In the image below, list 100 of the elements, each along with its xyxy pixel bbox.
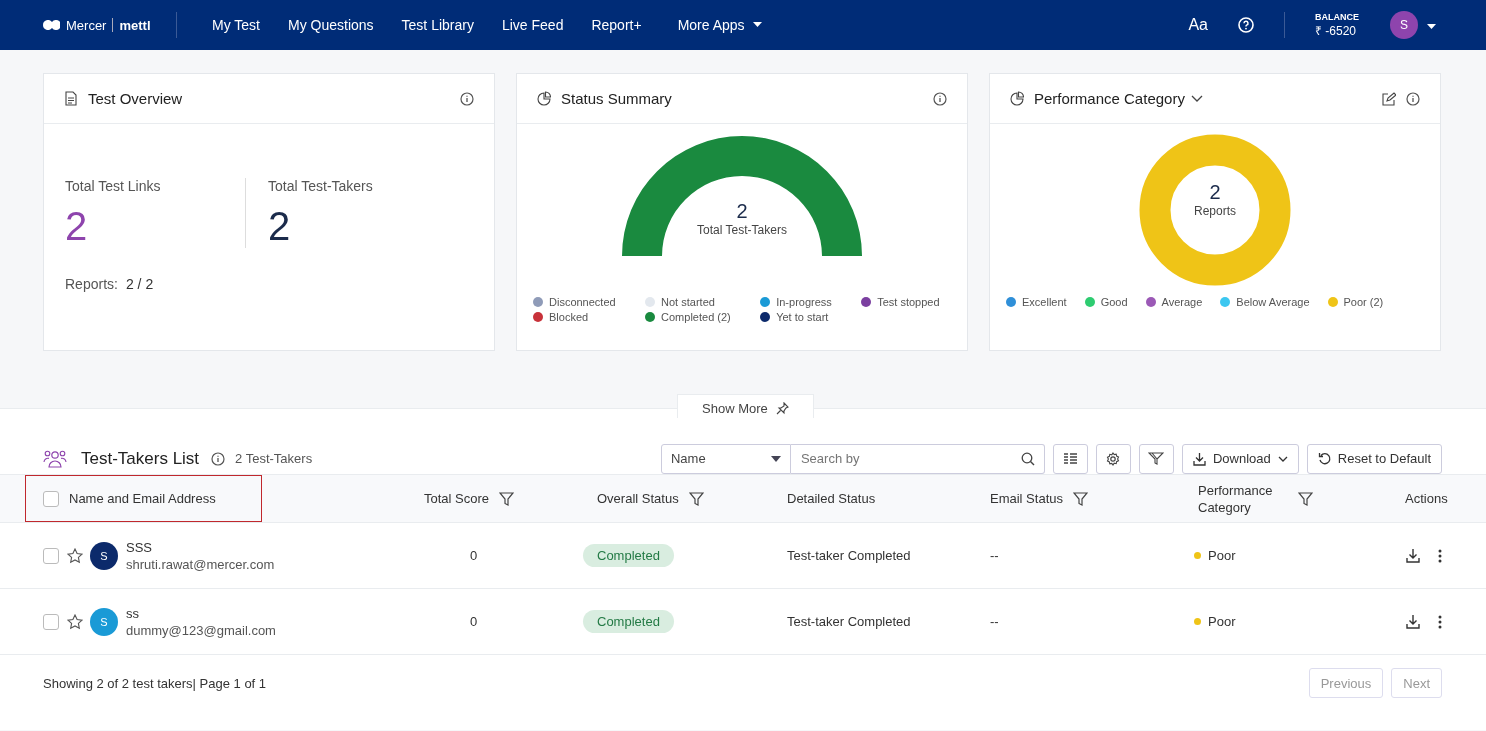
clear-filter-button[interactable] bbox=[1138, 443, 1174, 474]
column-header: Total Score bbox=[424, 490, 490, 507]
column-header: Actions bbox=[1405, 490, 1448, 507]
table-cell: -- bbox=[990, 548, 999, 563]
search-icon[interactable] bbox=[1020, 451, 1035, 466]
column-header: Name and Email Address bbox=[69, 490, 216, 507]
user-avatar[interactable]: S bbox=[1390, 11, 1418, 39]
donut-value: 2 bbox=[1209, 181, 1221, 204]
filter-icon[interactable] bbox=[499, 491, 515, 506]
table-cell: 0 bbox=[470, 614, 478, 629]
card-title: Status Summary bbox=[561, 90, 672, 107]
gauge-label: Total Test-Takers bbox=[697, 223, 787, 237]
nav-link[interactable]: My Questions bbox=[274, 17, 388, 33]
donut-label: Reports bbox=[1194, 204, 1236, 218]
info-icon[interactable] bbox=[211, 451, 226, 466]
download-icon[interactable] bbox=[1406, 614, 1420, 629]
search-field[interactable]: Search by bbox=[790, 443, 1045, 474]
select-all-checkbox[interactable] bbox=[43, 490, 59, 507]
filter-icon[interactable] bbox=[688, 491, 704, 506]
filter-icon[interactable] bbox=[1298, 491, 1313, 506]
field-select[interactable]: Name bbox=[660, 443, 791, 474]
table-cell: Test-taker Completed bbox=[787, 614, 911, 629]
legend-item: Poor (2) bbox=[1327, 296, 1384, 308]
taker-email: shruti.rawat@mercer.com bbox=[126, 555, 275, 573]
chevron-down-icon bbox=[1277, 455, 1288, 462]
download-button[interactable]: Download bbox=[1181, 443, 1299, 474]
legend-item: In-progress bbox=[760, 296, 844, 308]
nav-link[interactable]: Live Feed bbox=[487, 17, 578, 33]
help-icon[interactable] bbox=[1238, 17, 1254, 33]
chevron-down-icon[interactable] bbox=[1190, 94, 1203, 103]
taker-email: dummy@123@gmail.com bbox=[126, 621, 276, 639]
columns-button[interactable] bbox=[1052, 443, 1088, 474]
stat-label: Total Test Links bbox=[65, 178, 162, 194]
reports-value: 2 / 2 bbox=[125, 276, 154, 292]
balance-value: ₹ -6520 bbox=[1315, 22, 1358, 39]
undo-icon bbox=[1317, 452, 1331, 465]
stat-label: Total Test-Takers bbox=[268, 178, 373, 194]
card-title: Test Overview bbox=[88, 90, 183, 107]
nav-link[interactable]: My Test bbox=[198, 17, 274, 33]
download-icon bbox=[1192, 451, 1206, 466]
status-badge: Completed bbox=[583, 610, 674, 633]
people-icon bbox=[43, 448, 67, 469]
legend-item: Not started bbox=[645, 296, 743, 308]
column-header: Detailed Status bbox=[787, 490, 876, 507]
info-icon[interactable] bbox=[460, 91, 474, 106]
column-header: Email Status bbox=[990, 490, 1063, 507]
taker-count: 2 Test-Takers bbox=[235, 451, 313, 466]
document-icon bbox=[64, 91, 78, 106]
balance-label: BALANCE bbox=[1315, 11, 1359, 22]
edit-icon[interactable] bbox=[1382, 91, 1396, 106]
legend-item: Completed (2) bbox=[645, 311, 743, 323]
pin-icon bbox=[775, 402, 789, 415]
taker-name: ss bbox=[126, 604, 140, 622]
status-badge: Completed bbox=[583, 544, 674, 567]
pie-chart-icon bbox=[537, 91, 551, 106]
star-icon[interactable] bbox=[67, 547, 83, 564]
gauge-value: 2 bbox=[736, 200, 748, 223]
reports-label: Reports: bbox=[65, 276, 118, 292]
legend-item: Average bbox=[1145, 296, 1203, 308]
stat-value: 2 bbox=[268, 204, 292, 248]
stat-value: 2 bbox=[65, 204, 89, 248]
taker-name: SSS bbox=[126, 538, 153, 556]
caret-icon bbox=[770, 455, 781, 462]
more-options-icon[interactable] bbox=[1438, 614, 1442, 629]
legend-item: Test stopped bbox=[861, 296, 951, 308]
user-avatar: S bbox=[90, 607, 118, 636]
column-header: Overall Status bbox=[597, 490, 679, 507]
user-avatar: S bbox=[90, 541, 118, 570]
row-checkbox[interactable] bbox=[43, 547, 59, 564]
section-title: Test-Takers List bbox=[81, 448, 200, 469]
download-icon[interactable] bbox=[1406, 548, 1420, 563]
nav-link[interactable]: More Apps bbox=[663, 17, 776, 33]
pagination-summary: Showing 2 of 2 test takers| Page 1 of 1 bbox=[43, 675, 267, 691]
caret-icon[interactable] bbox=[1427, 24, 1436, 30]
reset-button[interactable]: Reset to Default bbox=[1306, 443, 1442, 474]
legend-item: Yet to start bbox=[760, 311, 844, 323]
legend-item: Excellent bbox=[1006, 296, 1067, 308]
font-size-button[interactable]: Aa bbox=[1188, 16, 1208, 34]
legend-item: Below Average bbox=[1220, 296, 1310, 308]
table-cell: Test-taker Completed bbox=[787, 548, 911, 563]
more-options-icon[interactable] bbox=[1438, 548, 1442, 563]
info-icon[interactable] bbox=[1406, 91, 1420, 106]
legend-item: Good bbox=[1084, 296, 1128, 308]
nav-link[interactable]: Test Library bbox=[387, 17, 488, 33]
settings-button[interactable] bbox=[1095, 443, 1131, 474]
product-name: mettl bbox=[119, 17, 151, 33]
star-icon[interactable] bbox=[67, 613, 83, 630]
brand-name: Mercer bbox=[66, 17, 107, 33]
row-checkbox[interactable] bbox=[43, 613, 59, 630]
legend-item: Blocked bbox=[533, 311, 628, 323]
show-more-button[interactable]: Show More bbox=[677, 394, 814, 418]
logo-icon bbox=[43, 20, 60, 30]
nav-link[interactable]: Report+ bbox=[577, 17, 656, 33]
settings-icon bbox=[1106, 451, 1121, 466]
filter-icon bbox=[1148, 452, 1165, 465]
legend-item: Disconnected bbox=[533, 296, 628, 308]
info-icon[interactable] bbox=[933, 91, 947, 106]
table-cell: Poor bbox=[1208, 614, 1236, 629]
table-cell: 0 bbox=[470, 548, 478, 563]
filter-icon[interactable] bbox=[1073, 491, 1088, 506]
